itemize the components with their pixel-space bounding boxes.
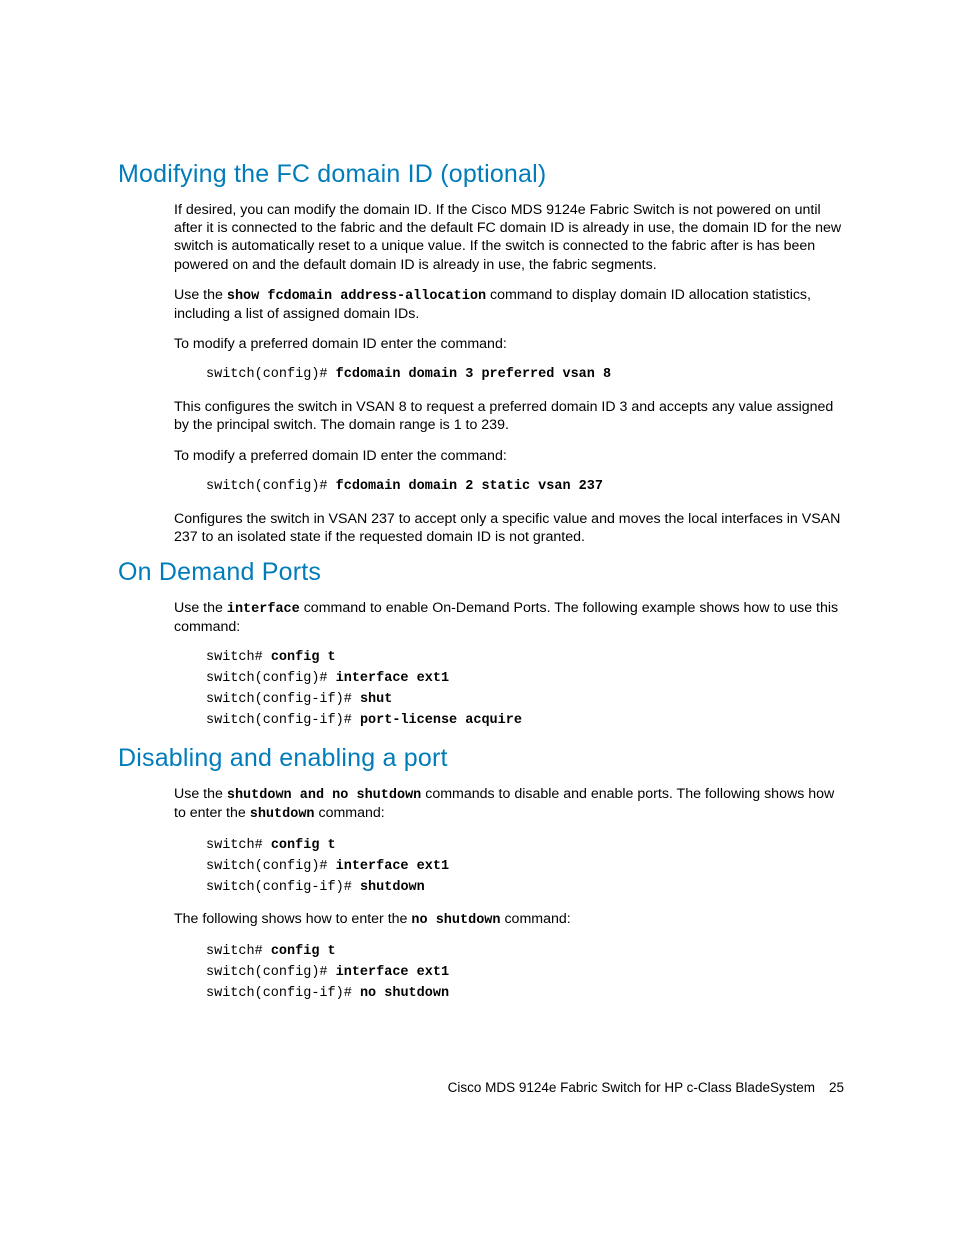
text: command: <box>501 911 571 927</box>
prompt: switch# <box>206 838 271 853</box>
prompt: switch(config-if)# <box>206 713 360 728</box>
command: interface ext1 <box>336 671 449 686</box>
heading-disable-enable-port: Disabling and enabling a port <box>118 744 844 773</box>
prompt: switch(config-if)# <box>206 880 360 895</box>
prompt: switch(config)# <box>206 859 336 874</box>
paragraph: Configures the switch in VSAN 237 to acc… <box>174 510 844 546</box>
heading-on-demand-ports: On Demand Ports <box>118 558 844 587</box>
command: config t <box>271 838 336 853</box>
command: port-license acquire <box>360 713 522 728</box>
prompt: switch# <box>206 944 271 959</box>
command: shut <box>360 692 392 707</box>
inline-command: show fcdomain address-allocation <box>227 289 486 304</box>
page-number: 25 <box>829 1080 844 1095</box>
prompt: switch(config)# <box>206 965 336 980</box>
inline-command: interface <box>227 602 300 617</box>
code-block: switch(config)# fcdomain domain 3 prefer… <box>206 365 844 386</box>
prompt: switch# <box>206 650 271 665</box>
inline-command: no shutdown <box>411 913 500 928</box>
paragraph: The following shows how to enter the no … <box>174 910 844 929</box>
paragraph: Use the show fcdomain address-allocation… <box>174 286 844 323</box>
prompt: switch(config)# <box>206 367 336 382</box>
command: config t <box>271 650 336 665</box>
prompt: switch(config-if)# <box>206 986 360 1001</box>
text: Use the <box>174 287 227 303</box>
inline-command: shutdown <box>250 807 315 822</box>
command: no shutdown <box>360 986 449 1001</box>
code-block: switch(config)# fcdomain domain 2 static… <box>206 477 844 498</box>
command: interface ext1 <box>336 859 449 874</box>
section-body: Use the shutdown and no shutdown command… <box>174 785 844 1004</box>
inline-command: shutdown and no shutdown <box>227 788 421 803</box>
code-block: switch# config t switch(config)# interfa… <box>206 648 844 732</box>
paragraph: Use the shutdown and no shutdown command… <box>174 785 844 824</box>
text: Use the <box>174 786 227 802</box>
text: Use the <box>174 600 227 616</box>
command: interface ext1 <box>336 965 449 980</box>
command: fcdomain domain 3 preferred vsan 8 <box>336 367 611 382</box>
paragraph: If desired, you can modify the domain ID… <box>174 201 844 274</box>
heading-modify-fc-domain: Modifying the FC domain ID (optional) <box>118 160 844 189</box>
command: shutdown <box>360 880 425 895</box>
paragraph: To modify a preferred domain ID enter th… <box>174 447 844 465</box>
command: fcdomain domain 2 static vsan 237 <box>336 479 603 494</box>
paragraph: This configures the switch in VSAN 8 to … <box>174 398 844 434</box>
page: Modifying the FC domain ID (optional) If… <box>0 0 954 1235</box>
text: command: <box>315 805 385 821</box>
page-footer: Cisco MDS 9124e Fabric Switch for HP c-C… <box>448 1080 844 1095</box>
footer-title: Cisco MDS 9124e Fabric Switch for HP c-C… <box>448 1080 815 1095</box>
prompt: switch(config)# <box>206 479 336 494</box>
section-body: Use the interface command to enable On-D… <box>174 599 844 732</box>
prompt: switch(config-if)# <box>206 692 360 707</box>
command: config t <box>271 944 336 959</box>
code-block: switch# config t switch(config)# interfa… <box>206 942 844 1005</box>
paragraph: Use the interface command to enable On-D… <box>174 599 844 636</box>
paragraph: To modify a preferred domain ID enter th… <box>174 335 844 353</box>
section-body: If desired, you can modify the domain ID… <box>174 201 844 546</box>
text: The following shows how to enter the <box>174 911 411 927</box>
prompt: switch(config)# <box>206 671 336 686</box>
code-block: switch# config t switch(config)# interfa… <box>206 836 844 899</box>
